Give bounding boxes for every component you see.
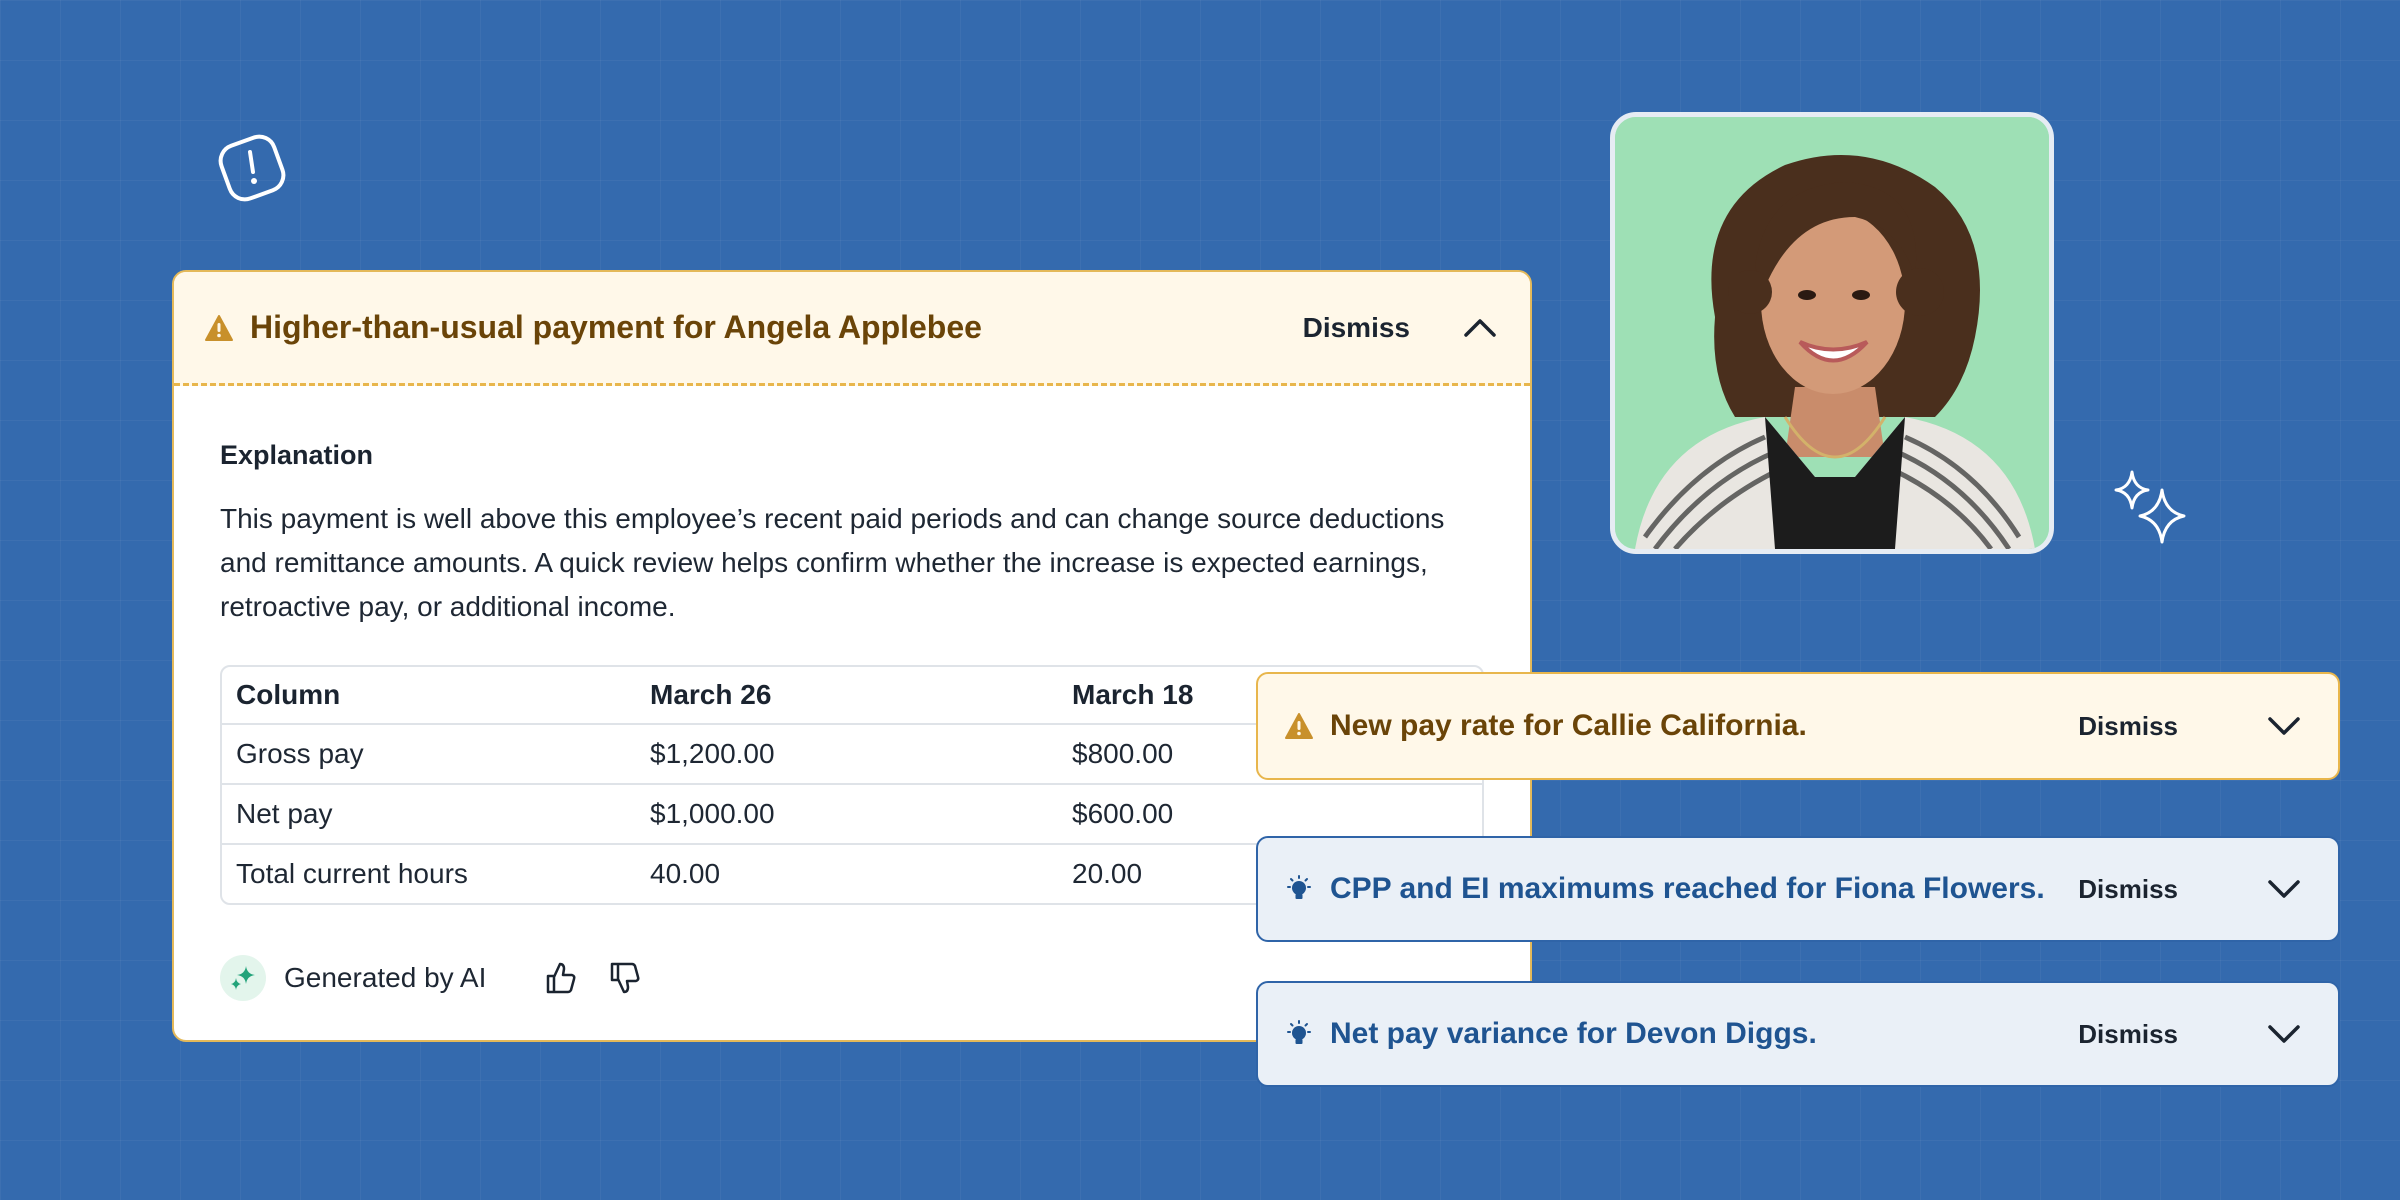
table-cell: 40.00: [650, 858, 721, 889]
generated-by-ai-label: Generated by AI: [284, 962, 487, 993]
alert-card-title: Higher-than-usual payment for Angela App…: [250, 309, 982, 345]
lightbulb-icon: [1287, 1020, 1311, 1044]
warning-icon: [205, 314, 233, 341]
chevron-down-icon[interactable]: [2264, 869, 2304, 909]
thumbs-down-icon[interactable]: [606, 960, 642, 996]
table-cell: $1,200.00: [650, 738, 775, 769]
alert-pay-rate-callie[interactable]: New pay rate for Callie California. Dism…: [1256, 672, 2340, 780]
table-cell: Total current hours: [236, 858, 468, 889]
dismiss-button[interactable]: Dismiss: [2078, 711, 2178, 742]
table-row: Net pay $1,000.00 $600.00: [222, 783, 1482, 843]
explanation-text: This payment is well above this employee…: [220, 503, 1445, 622]
dismiss-button[interactable]: Dismiss: [1303, 312, 1410, 344]
explanation-heading: Explanation: [220, 440, 374, 470]
alert-title: New pay rate for Callie California.: [1330, 709, 1807, 742]
column-header: Column: [236, 679, 341, 710]
sparkle-icon: [2114, 470, 2186, 544]
table-cell: $600.00: [1072, 798, 1174, 829]
dismiss-button[interactable]: Dismiss: [2078, 874, 2178, 905]
alert-cpp-ei-fiona[interactable]: CPP and EI maximums reached for Fiona Fl…: [1256, 836, 2340, 942]
alert-title: Net pay variance for Devon Diggs.: [1330, 1017, 1817, 1050]
diamond-alert-icon: [218, 134, 286, 202]
table-cell: $1,000.00: [650, 798, 775, 829]
table-cell: Gross pay: [236, 738, 364, 769]
chevron-down-icon[interactable]: [2264, 706, 2304, 746]
alert-net-pay-devon[interactable]: Net pay variance for Devon Diggs. Dismis…: [1256, 981, 2340, 1087]
column-header: March 26: [650, 679, 772, 710]
chevron-down-icon[interactable]: [2264, 1014, 2304, 1054]
table-cell: Net pay: [236, 798, 333, 829]
chevron-up-icon[interactable]: [1460, 308, 1500, 348]
lightbulb-icon: [1287, 875, 1311, 899]
alert-card-header[interactable]: Higher-than-usual payment for Angela App…: [174, 272, 1530, 386]
warning-icon: [1285, 713, 1313, 739]
dismiss-button[interactable]: Dismiss: [2078, 1019, 2178, 1050]
employee-photo: [1610, 112, 2054, 554]
alert-title: CPP and EI maximums reached for Fiona Fl…: [1330, 872, 2045, 905]
thumbs-up-icon[interactable]: [542, 960, 578, 996]
ai-sparkle-icon: [220, 955, 266, 1001]
